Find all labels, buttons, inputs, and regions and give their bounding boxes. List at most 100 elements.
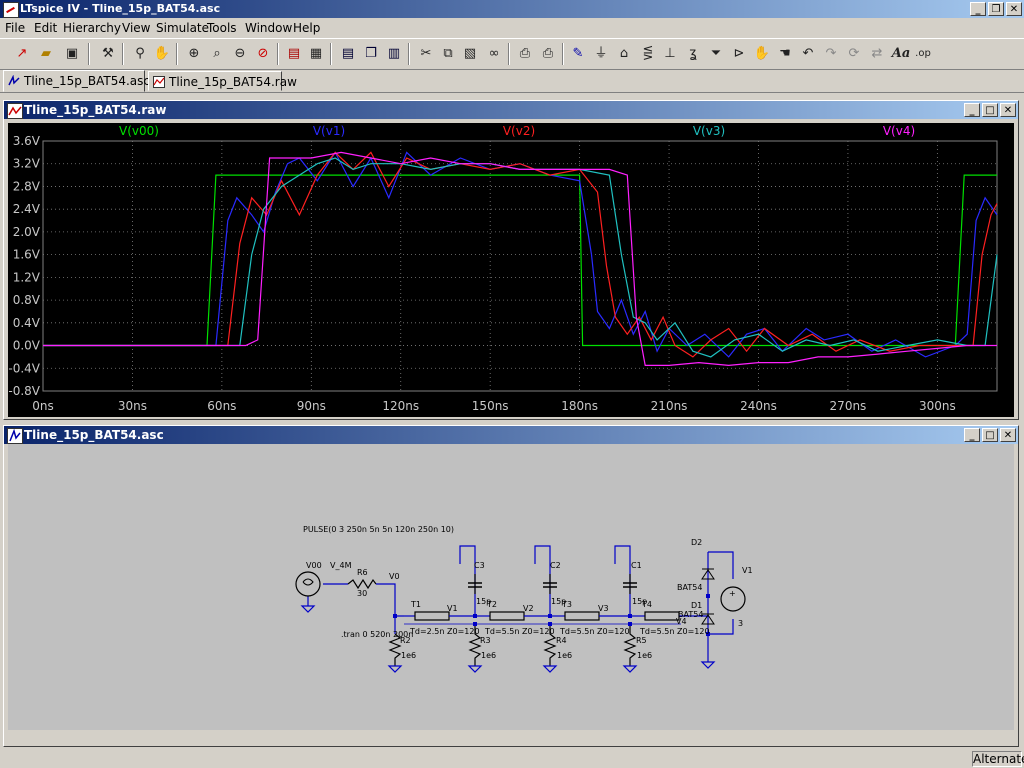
waveform-maximize-button[interactable]: □ — [982, 103, 998, 117]
schematic-drawing[interactable]: + PULSE(0 3 250n 5n 5n 120n 250n 10) .tr… — [8, 444, 1014, 730]
print-setup-icon[interactable]: ⎙ — [515, 44, 535, 64]
diode-icon[interactable]: ⏷ — [706, 44, 726, 64]
voltage-source-v00[interactable] — [295, 571, 321, 597]
control-panel-icon[interactable]: ⚒ — [98, 44, 118, 64]
menu-simulate[interactable]: Simulate — [156, 21, 209, 35]
waveform-window-icon — [7, 103, 23, 119]
label-v1: V1 — [447, 604, 458, 613]
ground-symbol — [542, 665, 558, 673]
document-tabs: Tline_15p_BAT54.asc Tline_15p_BAT54.raw — [0, 70, 1024, 93]
rotate-icon[interactable]: ⟳ — [844, 44, 864, 64]
menu-view[interactable]: View — [122, 21, 150, 35]
close-button[interactable]: ✕ — [1006, 2, 1022, 16]
redo-icon[interactable]: ↷ — [821, 44, 841, 64]
x-tick-label: 120ns — [382, 399, 419, 413]
schematic-close-button[interactable]: ✕ — [1000, 428, 1016, 442]
mirror-icon[interactable]: ⇄ — [867, 44, 887, 64]
halt-icon[interactable]: ✋ — [152, 44, 172, 64]
plot-frame — [42, 140, 998, 392]
zoom-in-icon[interactable]: ⊕ — [184, 44, 204, 64]
y-tick-label: 0.4V — [13, 316, 41, 330]
resistor-r6[interactable] — [347, 578, 377, 590]
new-schematic-icon[interactable]: ↗ — [12, 44, 32, 64]
schematic-maximize-button[interactable]: □ — [982, 428, 998, 442]
ltspice-app-icon[interactable] — [3, 2, 19, 18]
waveform-window-title: Tline_15p_BAT54.raw — [24, 103, 167, 117]
schematic-minimize-button[interactable]: _ — [964, 428, 980, 442]
schematic-window-titlebar: Tline_15p_BAT54.asc _ □ ✕ — [4, 426, 1018, 444]
wire — [459, 545, 476, 616]
label-c3-value: 15p — [476, 597, 491, 606]
label-v00: V00 — [306, 561, 322, 570]
menu-file[interactable]: File — [5, 21, 25, 35]
tab-waveform[interactable]: Tline_15p_BAT54.raw — [148, 71, 297, 91]
x-tick-label: 300ns — [919, 399, 956, 413]
ground-symbol — [622, 665, 638, 673]
waveform-close-button[interactable]: ✕ — [1000, 103, 1016, 117]
spice-directive-icon[interactable]: .op — [913, 44, 933, 64]
paste-icon[interactable]: ▧ — [460, 44, 480, 64]
menu-window[interactable]: Window — [245, 21, 292, 35]
ground-icon[interactable]: ⏚ — [591, 44, 611, 64]
find-icon[interactable]: ∞ — [484, 44, 504, 64]
component-icon[interactable]: ⊳ — [729, 44, 749, 64]
restore-button[interactable]: ❐ — [988, 2, 1004, 16]
tile-horizontal-icon[interactable]: ▤ — [338, 44, 358, 64]
undo-icon[interactable]: ↶ — [798, 44, 818, 64]
draw-wire-icon[interactable]: ✎ — [568, 44, 588, 64]
label-t3-value: Td=5.5n Z0=120 — [559, 627, 630, 636]
pulse-directive[interactable]: PULSE(0 3 250n 5n 5n 120n 250n 10) — [303, 525, 454, 534]
menu-hierarchy[interactable]: Hierarchy — [63, 21, 121, 35]
move-icon[interactable]: ✋ — [752, 44, 772, 64]
menu-help[interactable]: Help — [293, 21, 320, 35]
schematic-canvas[interactable]: + PULSE(0 3 250n 5n 5n 120n 250n 10) .tr… — [8, 444, 1014, 730]
copy-icon[interactable]: ⧉ — [438, 44, 458, 64]
tline-t1[interactable] — [414, 611, 450, 621]
open-icon[interactable]: ▰ — [36, 44, 56, 64]
label-r3-value: 1e6 — [481, 651, 496, 660]
label-c3: C3 — [474, 561, 485, 570]
waveform-minimize-button[interactable]: _ — [964, 103, 980, 117]
inductor-icon[interactable]: ʓ — [683, 44, 703, 64]
zoom-pan-icon[interactable]: ⌕ — [207, 44, 227, 64]
capacitor-icon[interactable]: ⊥ — [660, 44, 680, 64]
drag-icon[interactable]: ☚ — [775, 44, 795, 64]
tline-t4[interactable] — [644, 611, 680, 621]
waveform-tab-icon — [153, 76, 165, 88]
waveform-plot[interactable]: 0ns 30ns 60ns 90ns 120ns 150ns 180ns 210ns 240ns… — [8, 123, 1014, 417]
tab-schematic[interactable]: Tline_15p_BAT54.asc — [3, 70, 150, 92]
waveform-chart[interactable]: 0ns 30ns 60ns 90ns 120ns 150ns 180ns 210ns 240ns… — [8, 123, 1014, 417]
menu-tools[interactable]: Tools — [207, 21, 237, 35]
x-tick-label: 90ns — [297, 399, 326, 413]
tline-t2[interactable] — [489, 611, 525, 621]
y-tick-label: 1.2V — [13, 270, 41, 284]
x-tick-label: 150ns — [472, 399, 509, 413]
menu-edit[interactable]: Edit — [34, 21, 57, 35]
label-c1: C1 — [631, 561, 642, 570]
label-vsrc1-value: 3 — [738, 619, 743, 628]
waveform-window-titlebar: Tline_15p_BAT54.raw _ □ ✕ — [4, 101, 1018, 119]
label-r2: R2 — [400, 636, 411, 645]
waveform-window-controls: _ □ ✕ — [964, 103, 1016, 117]
label-net-icon[interactable]: ⌂ — [614, 44, 634, 64]
grid-icon[interactable]: ▦ — [306, 44, 326, 64]
resistor-icon[interactable]: ⋚ — [638, 44, 658, 64]
cascade-icon[interactable]: ❐ — [361, 44, 381, 64]
legend-label: V(v00) — [119, 124, 159, 138]
app-title: LTspice IV - Tline_15p_BAT54.asc — [20, 2, 221, 15]
x-tick-label: 240ns — [740, 399, 777, 413]
label-v2: V2 — [523, 604, 534, 613]
text-icon[interactable]: Aa — [891, 44, 911, 64]
print-icon[interactable]: ⎙ — [538, 44, 558, 64]
run-icon[interactable]: ⚲ — [130, 44, 150, 64]
tile-vertical-icon[interactable]: ▥ — [384, 44, 404, 64]
minimize-button[interactable]: _ — [970, 2, 986, 16]
tline-t3[interactable] — [564, 611, 600, 621]
zoom-out-icon[interactable]: ⊖ — [230, 44, 250, 64]
schematic-window-icon — [7, 428, 23, 444]
series-line — [43, 174, 997, 347]
cut-icon[interactable]: ✂ — [416, 44, 436, 64]
autorange-icon[interactable]: ▤ — [284, 44, 304, 64]
save-icon[interactable]: ▣ — [62, 44, 82, 64]
zoom-full-icon[interactable]: ⊘ — [253, 44, 273, 64]
